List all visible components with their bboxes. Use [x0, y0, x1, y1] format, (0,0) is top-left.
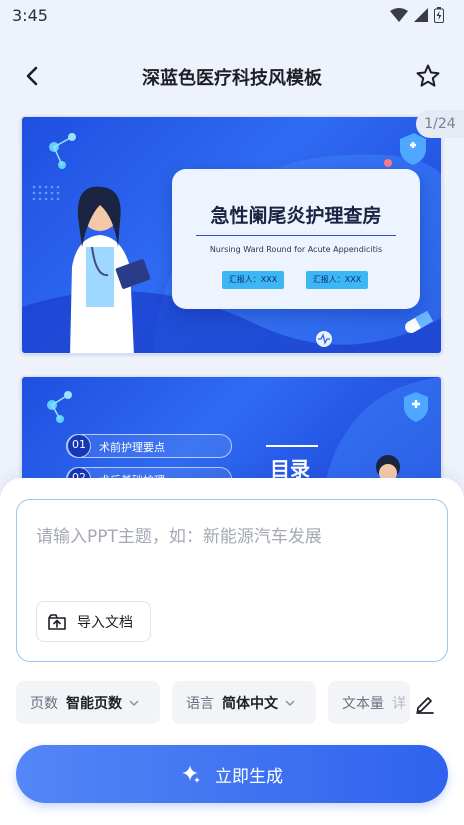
page-count-dropdown[interactable]: 页数 智能页数 [16, 681, 160, 724]
slide-title: 急性阑尾炎护理查房 [210, 205, 382, 227]
slide-preview-1[interactable]: 急性阑尾炎护理查房 Nursing Ward Round for Acute A… [21, 116, 442, 354]
page-title: 深蓝色医疗科技风模板 [142, 68, 322, 89]
slide-title-card: 急性阑尾炎护理查房 Nursing Ward Round for Acute A… [172, 169, 420, 309]
toc-item: 01 术前护理要点 [66, 434, 232, 458]
chevron-down-icon [129, 700, 139, 706]
edit-icon[interactable] [414, 692, 436, 714]
chevron-down-icon [285, 700, 295, 706]
status-icons [390, 7, 444, 23]
sparkle-icon [182, 765, 200, 783]
topic-input[interactable]: 请输入PPT主题，如：新能源汽车发展 导入文档 [16, 499, 448, 662]
import-document-button[interactable]: 导入文档 [36, 601, 151, 642]
topic-input-placeholder: 请输入PPT主题，如：新能源汽车发展 [36, 527, 322, 547]
slide-title-divider [196, 235, 396, 236]
text-amount-key: 文本量 [342, 695, 384, 712]
text-amount-value: 详 [392, 695, 406, 712]
generation-sheet: 请输入PPT主题，如：新能源汽车发展 导入文档 页数 智能页数 语言 简体中文 … [0, 478, 464, 825]
generate-label: 立即生成 [215, 766, 283, 787]
battery-icon [434, 7, 444, 23]
toc-item-text: 术前护理要点 [99, 441, 165, 454]
header-bar: 深蓝色医疗科技风模板 [0, 48, 464, 104]
status-time: 3:45 [12, 6, 48, 25]
language-key: 语言 [186, 695, 214, 712]
favorite-button[interactable] [414, 62, 442, 90]
wifi-icon [390, 8, 408, 22]
text-amount-dropdown[interactable]: 文本量 详 [328, 681, 410, 724]
status-bar: 3:45 [0, 0, 464, 32]
signal-icon [414, 8, 428, 22]
star-icon [416, 64, 440, 87]
slide-subtitle: Nursing Ward Round for Acute Appendiciti… [209, 245, 383, 254]
page-count-key: 页数 [30, 695, 58, 712]
generate-button[interactable]: 立即生成 [16, 745, 448, 803]
import-document-label: 导入文档 [77, 614, 133, 631]
reporter-badge: 汇报人：XXX [306, 271, 368, 289]
page-count-value: 智能页数 [66, 695, 122, 712]
language-value: 简体中文 [222, 695, 278, 712]
toc-item-number: 01 [67, 434, 91, 458]
upload-file-icon [48, 613, 66, 630]
page-indicator: 1/24 [416, 110, 464, 138]
language-dropdown[interactable]: 语言 简体中文 [172, 681, 316, 724]
reporter-badge: 汇报人：XXX [222, 271, 284, 289]
toc-heading-line [266, 445, 318, 447]
